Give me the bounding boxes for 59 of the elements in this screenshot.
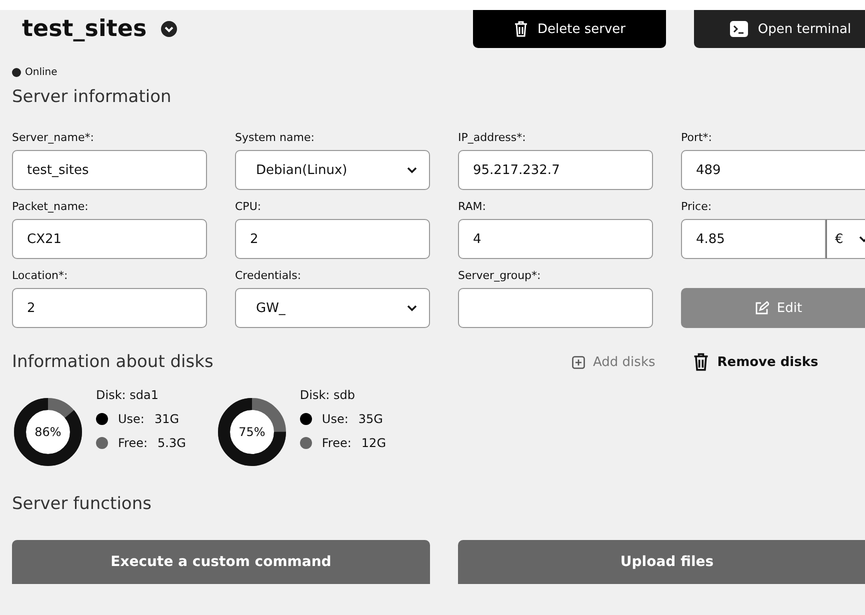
disk-name: Disk: sda1 [96,388,160,402]
field-label: IP_address*: [458,131,527,145]
currency-select[interactable]: € [826,219,865,259]
field-label: Location*: [12,269,69,283]
function-button[interactable]: Execute a custom command [12,540,430,584]
input-field[interactable]: test_sites [12,150,207,190]
input-field[interactable]: 95.217.232.7 [458,150,653,190]
add-disks-button[interactable]: Add disks [572,353,656,371]
input-field[interactable]: CX21 [12,219,207,259]
legend-value: 5.3G [158,436,186,450]
field-label: Server_group*: [458,269,542,283]
legend-label: Free: [322,436,352,450]
select-field[interactable]: Debian(Linux) [235,150,430,190]
input-field[interactable]: 2 [235,219,430,259]
input-field[interactable]: 489 [681,150,865,190]
disk-usage-donut [12,396,84,468]
select-field[interactable]: GW_ [235,288,430,328]
legend-label: Use: [322,412,348,426]
legend-value: 35G [358,412,383,426]
open-terminal-button[interactable]: Open terminal [694,10,865,48]
usage-percent: 86% [34,425,62,439]
legend-label: Free: [118,436,148,450]
legend-value: 31G [154,412,180,426]
input-field[interactable] [458,288,653,328]
trash-icon [514,21,528,37]
trash-icon [693,353,710,371]
edit-icon [754,301,769,315]
disk-name: Disk: sdb [300,388,356,402]
legend-dot [300,413,312,425]
input-field[interactable]: 2 [12,288,207,328]
section-title: Server information [12,87,172,107]
field-label: System name: [235,131,316,145]
server-title: test_sites [22,16,147,42]
chevron-down-icon[interactable] [160,21,177,37]
field-label: Credentials: [235,269,302,283]
section-title: Information about disks [12,352,214,372]
field-label: CPU: [235,200,262,214]
input-field[interactable]: 4 [458,219,653,259]
legend-dot [96,437,108,449]
chevron-down-icon [407,166,417,174]
legend-label: Use: [118,412,144,426]
status-label: Online [25,67,58,78]
delete-server-button[interactable]: Delete server [473,10,666,48]
section-title: Server functions [12,494,152,514]
legend-dot [96,413,108,425]
terminal-icon [730,21,748,37]
field-label: Price: [681,200,713,214]
field-label: RAM: [458,200,487,214]
plus-square-icon [572,356,585,368]
field-label: Server_name*: [12,131,95,145]
legend-dot [300,437,312,449]
function-button[interactable]: Upload files [458,540,865,584]
legend-value: 12G [361,436,386,450]
field-label: Packet_name: [12,200,90,214]
price-field[interactable]: 4.85 [681,219,826,259]
remove-disks-button[interactable]: Remove disks [693,353,818,371]
chevron-down-icon [407,304,417,312]
field-label: Port*: [681,131,714,145]
usage-percent: 75% [238,425,266,439]
